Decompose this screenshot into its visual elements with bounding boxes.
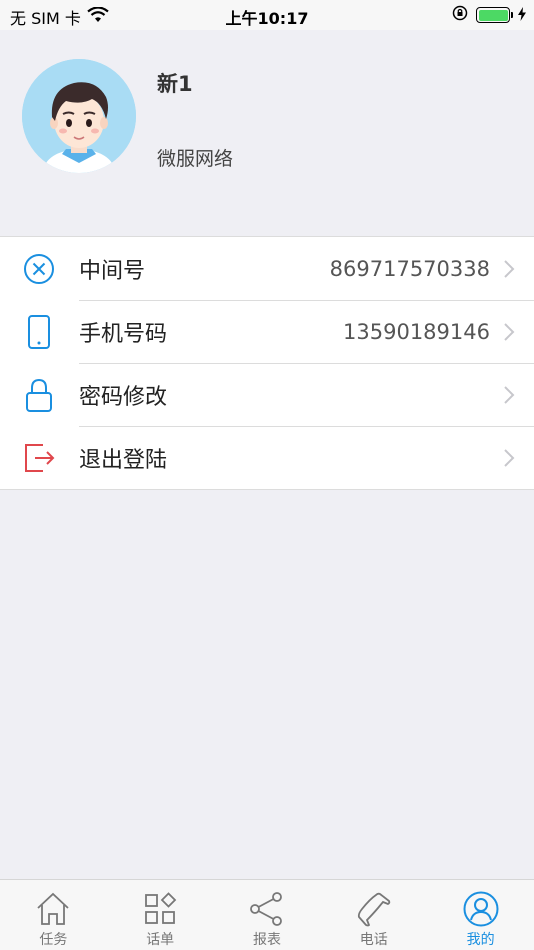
chevron-right-icon: [502, 448, 516, 468]
menu-label: 密码修改: [79, 384, 168, 410]
menu-item-change-password[interactable]: 密码修改: [0, 363, 534, 426]
user-icon: [462, 890, 500, 928]
tab-bar: 任务 话单 报表 电话 我的: [0, 879, 534, 950]
tab-tasks[interactable]: 任务: [0, 880, 107, 950]
profile-header: 新1 微服网络: [0, 30, 534, 236]
menu-label: 退出登陆: [79, 447, 168, 473]
tab-call-records[interactable]: 话单: [107, 880, 214, 950]
home-icon: [34, 890, 72, 928]
charging-bolt-icon: [518, 6, 526, 25]
lock-icon: [22, 378, 56, 412]
tab-label: 我的: [466, 932, 495, 948]
menu-value: 869717570338: [329, 256, 490, 281]
menu-label: 中间号: [79, 258, 146, 284]
menu-value: 13590189146: [343, 319, 490, 344]
menu-item-logout[interactable]: 退出登陆: [0, 426, 534, 489]
grid-icon: [141, 890, 179, 928]
menu-label: 手机号码: [79, 321, 168, 347]
settings-menu: 中间号 869717570338 手机号码 13590189146 密码修改 退…: [0, 236, 534, 490]
logout-icon: [22, 441, 56, 475]
status-bar: 无 SIM 卡 上午10:17: [0, 0, 534, 30]
menu-item-phone-number[interactable]: 手机号码 13590189146: [0, 300, 534, 363]
tab-label: 任务: [39, 932, 68, 948]
phone-icon: [355, 890, 393, 928]
share-icon: [248, 890, 286, 928]
tab-phone[interactable]: 电话: [320, 880, 427, 950]
profile-name: 新1: [157, 72, 193, 96]
tab-mine[interactable]: 我的: [427, 880, 534, 950]
battery-icon: [476, 7, 513, 23]
tab-label: 电话: [359, 932, 388, 948]
profile-company: 微服网络: [157, 148, 234, 170]
circle-x-icon: [22, 252, 56, 286]
phone-device-icon: [22, 315, 56, 349]
user-avatar[interactable]: [22, 59, 136, 173]
chevron-right-icon: [502, 385, 516, 405]
chevron-right-icon: [502, 259, 516, 279]
tab-label: 报表: [252, 932, 281, 948]
chevron-right-icon: [502, 322, 516, 342]
orientation-lock-icon: [452, 5, 468, 25]
tab-reports[interactable]: 报表: [214, 880, 321, 950]
tab-label: 话单: [146, 932, 175, 948]
menu-item-virtual-number[interactable]: 中间号 869717570338: [0, 237, 534, 300]
status-right: [452, 5, 526, 25]
